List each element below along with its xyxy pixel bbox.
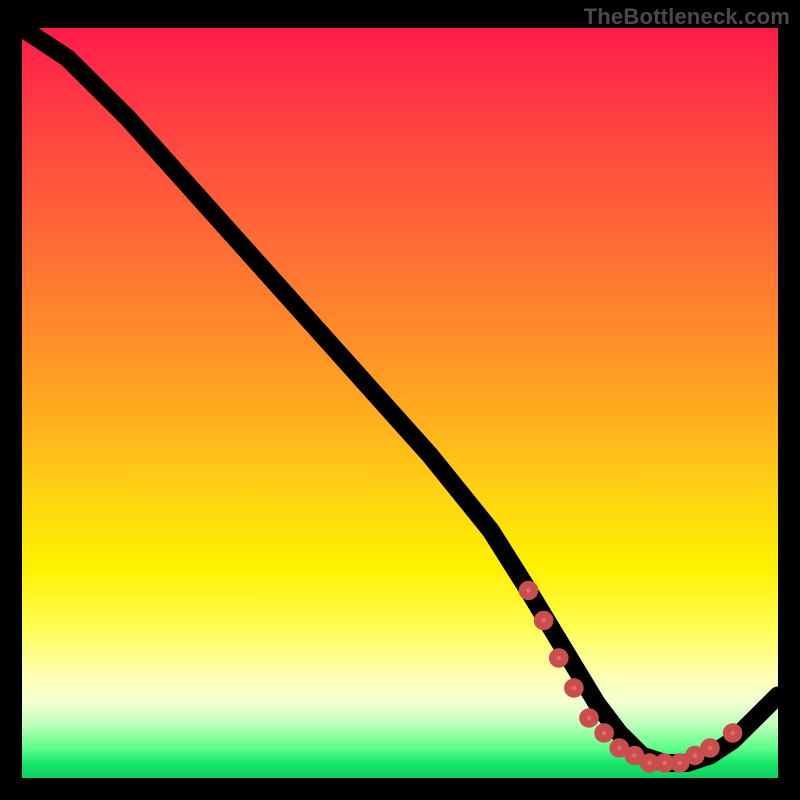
watermark-text: TheBottleneck.com (584, 4, 790, 30)
curve-marker (659, 757, 671, 769)
bottleneck-curve (22, 28, 778, 763)
curve-marker (628, 750, 640, 762)
curve-marker (583, 712, 595, 724)
curve-marker (553, 652, 565, 664)
curve-marker (538, 615, 550, 627)
chart-frame: TheBottleneck.com (0, 0, 800, 800)
curve-marker (689, 750, 701, 762)
curve-layer (22, 28, 778, 778)
curve-marker (674, 757, 686, 769)
curve-marker (704, 742, 716, 754)
curve-marker (613, 742, 625, 754)
curve-marker (568, 682, 580, 694)
plot-area (22, 28, 778, 778)
curve-marker (643, 757, 655, 769)
curve-marker (522, 585, 534, 597)
curve-marker (727, 727, 739, 739)
curve-marker (598, 727, 610, 739)
